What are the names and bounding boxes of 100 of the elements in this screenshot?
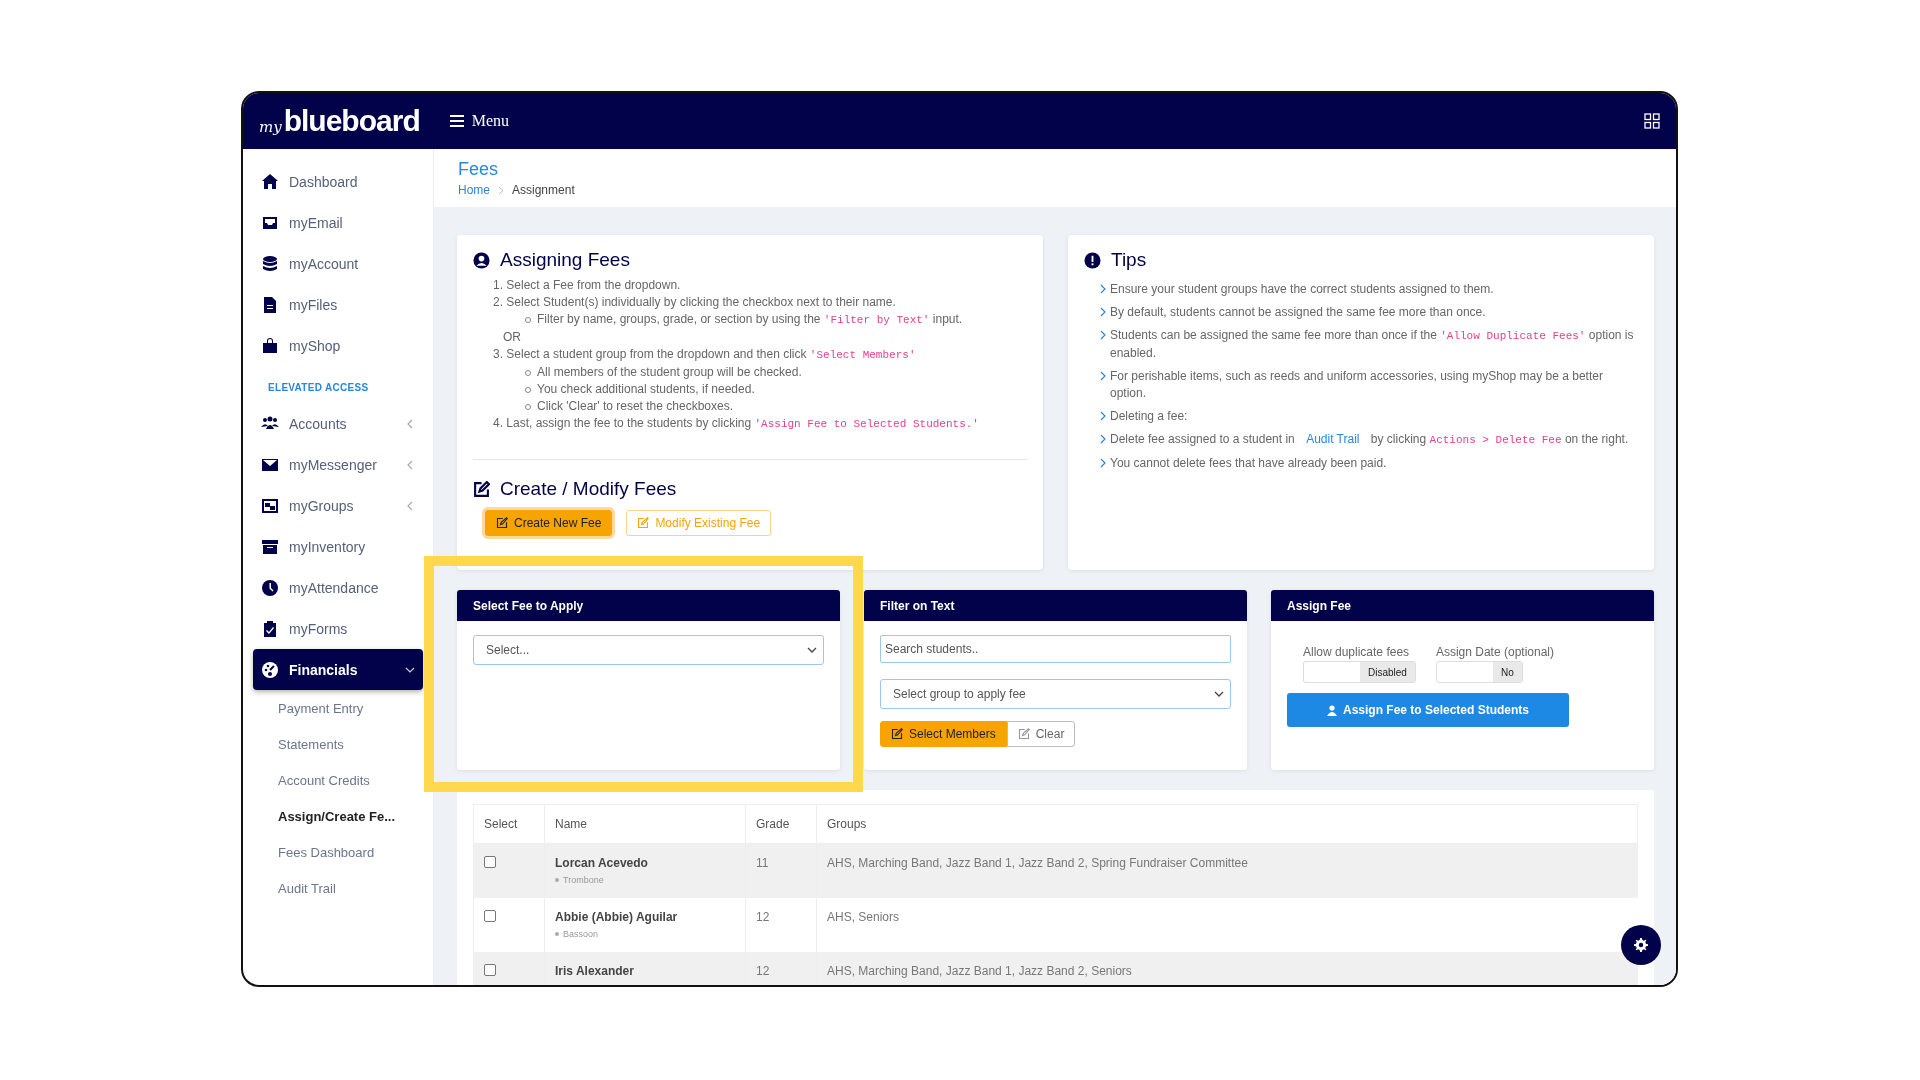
- sidebar-item[interactable]: Dashboard: [253, 161, 423, 202]
- toggle-label: Allow duplicate fees: [1303, 645, 1410, 659]
- sidebar-item[interactable]: myMessenger: [253, 444, 423, 485]
- select-members-button[interactable]: Select Members: [880, 721, 1007, 747]
- breadcrumb-link[interactable]: Home: [458, 183, 490, 197]
- sidebar-item[interactable]: myEmail: [253, 202, 423, 243]
- submenu-item[interactable]: Assign/Create Fe...: [253, 798, 423, 834]
- student-name: Iris Alexander: [555, 964, 635, 978]
- database-icon: [261, 254, 279, 273]
- bullet-icon: [555, 878, 559, 882]
- instruction-text: You check additional students, if needed.: [537, 381, 755, 398]
- exclamation-circle-icon: [1084, 251, 1101, 269]
- settings-icon: [1634, 938, 1648, 952]
- panel-header: Filter on Text: [864, 590, 1247, 621]
- grade-cell: 12: [745, 952, 817, 985]
- tip-text: For perishable items, such as reeds and uniform accessories, using myShop may be a better option.: [1110, 368, 1604, 402]
- instruction-text: 1. Select a Fee from the dropdown.: [492, 277, 682, 294]
- picture-frame-icon: [261, 496, 279, 515]
- sidebar-item[interactable]: myGroups: [253, 485, 423, 526]
- sidebar-item[interactable]: myAttendance: [253, 567, 423, 608]
- tip-text: By default, students cannot be assigned the same fee more than once.: [1110, 304, 1486, 321]
- sidebar-item[interactable]: Accounts: [253, 403, 423, 444]
- checkbox[interactable]: [484, 910, 496, 922]
- panel-header: Select Fee to Apply: [457, 590, 840, 621]
- groups-cell: AHS, Marching Band, Jazz Band 1, Jazz Band 2, Seniors: [816, 952, 1638, 985]
- clock-icon: [261, 578, 279, 597]
- edit-icon: [473, 480, 490, 498]
- fee-mode-button[interactable]: Create New Fee: [485, 510, 613, 536]
- section-label: ELEVATED ACCESS: [267, 381, 370, 395]
- instruction-text: Filter by name, groups, grade, or section by using the 'Filter by Text' input.: [537, 311, 963, 328]
- tip-text: Students can be assigned the same fee more than once if the 'Allow Duplicate Fees' option is enabled.: [1110, 327, 1635, 362]
- caret-icon: [1214, 691, 1224, 697]
- submenu-item[interactable]: Payment Entry: [253, 690, 423, 726]
- tip-text: You cannot delete fees that have already been paid.: [1110, 455, 1387, 472]
- sidebar-item[interactable]: Financials: [253, 649, 423, 690]
- page-title: Fees: [458, 159, 500, 180]
- student-name: Lorcan Acevedo: [555, 856, 649, 870]
- tip-text: Deleting a fee:: [1110, 408, 1188, 425]
- group-dropdown[interactable]: Select group to apply fee: [880, 679, 1231, 709]
- caret-icon: [807, 647, 817, 653]
- sidebar-item[interactable]: myFiles: [253, 284, 423, 325]
- apps-grid-icon[interactable]: [1644, 113, 1660, 129]
- user-circle-icon: [473, 251, 490, 269]
- edit-icon: [496, 517, 508, 529]
- card-title: Tips: [1111, 249, 1147, 271]
- submenu-item[interactable]: Audit Trail: [253, 870, 423, 906]
- clear-button[interactable]: Clear: [1006, 721, 1076, 747]
- card-title: Create / Modify Fees: [500, 478, 677, 500]
- chevron-icon: [1100, 411, 1106, 421]
- checkbox[interactable]: [484, 964, 496, 976]
- submenu-item[interactable]: Account Credits: [253, 762, 423, 798]
- instruction-text: 3. Select a student group from the dropdown and then click 'Select Members': [492, 346, 917, 363]
- toggle-switch[interactable]: Disabled: [1303, 661, 1416, 683]
- student-name: Abbie (Abbie) Aguilar: [555, 910, 679, 924]
- instrument-text: Bassoon: [563, 929, 599, 939]
- user-icon: [1326, 704, 1337, 716]
- chevron-icon: [1100, 330, 1106, 340]
- audit-trail-link[interactable]: Audit Trail: [1298, 432, 1368, 446]
- column-header: Name: [544, 804, 746, 844]
- logo[interactable]: myblueboard: [259, 106, 420, 136]
- submenu-item[interactable]: Statements: [253, 726, 423, 762]
- breadcrumb-current: Assignment: [512, 183, 575, 197]
- instruction-text: All members of the student group will be checked.: [537, 364, 802, 381]
- fee-dropdown[interactable]: Select...: [473, 635, 824, 665]
- groups-cell: AHS, Marching Band, Jazz Band 1, Jazz Band 2, Spring Fundraiser Committee: [816, 843, 1638, 898]
- card-title: Assigning Fees: [500, 249, 630, 271]
- toggle-switch[interactable]: No: [1435, 661, 1523, 683]
- chevron-icon: [1100, 371, 1106, 381]
- submenu-item[interactable]: Fees Dashboard: [253, 834, 423, 870]
- sidebar-item[interactable]: myAccount: [253, 243, 423, 284]
- checkbox[interactable]: [484, 856, 496, 868]
- bag-icon: [261, 336, 279, 355]
- panel-header: Assign Fee: [1271, 590, 1654, 621]
- instruction-text: Click 'Clear' to reset the checkboxes.: [537, 398, 733, 415]
- clipboard-icon: [261, 619, 279, 638]
- search-field[interactable]: Search students..: [880, 635, 1231, 663]
- tip-text: Delete fee assigned to a student in Audit Trail by clicking Actions > Delete Fee on the right.: [1110, 431, 1629, 448]
- chevron-icon: [1100, 307, 1106, 317]
- instruction-text: 4. Last, assign the fee to the students by clicking 'Assign Fee to Selected Students.': [492, 415, 980, 432]
- assign-fee-button[interactable]: Assign Fee to Selected Students: [1287, 693, 1569, 727]
- chevron-icon: [498, 185, 504, 195]
- chevron-icon: [1100, 458, 1106, 468]
- instruction-text: 2. Select Student(s) individually by clicking the checkbox next to their name.: [492, 294, 897, 311]
- tip-text: Ensure your student groups have the correct students assigned to them.: [1110, 281, 1494, 298]
- instruction-text: OR: [502, 329, 522, 346]
- gauge-icon: [261, 660, 279, 679]
- column-header: Grade: [745, 804, 817, 844]
- column-header: Groups: [816, 804, 1638, 844]
- sidebar-item[interactable]: myShop: [253, 325, 423, 366]
- edit-icon: [637, 517, 650, 529]
- menu-icon: [449, 115, 464, 127]
- edit-icon: [891, 728, 903, 740]
- grade-cell: 11: [745, 843, 817, 898]
- house-icon: [261, 172, 279, 191]
- toggle-label: Assign Date (optional): [1435, 645, 1554, 659]
- archive-icon: [261, 537, 279, 556]
- sidebar-item[interactable]: myForms: [253, 608, 423, 649]
- chevron-icon: [1100, 434, 1106, 444]
- sidebar-item[interactable]: myInventory: [253, 526, 423, 567]
- menu-button[interactable]: Menu: [449, 112, 510, 130]
